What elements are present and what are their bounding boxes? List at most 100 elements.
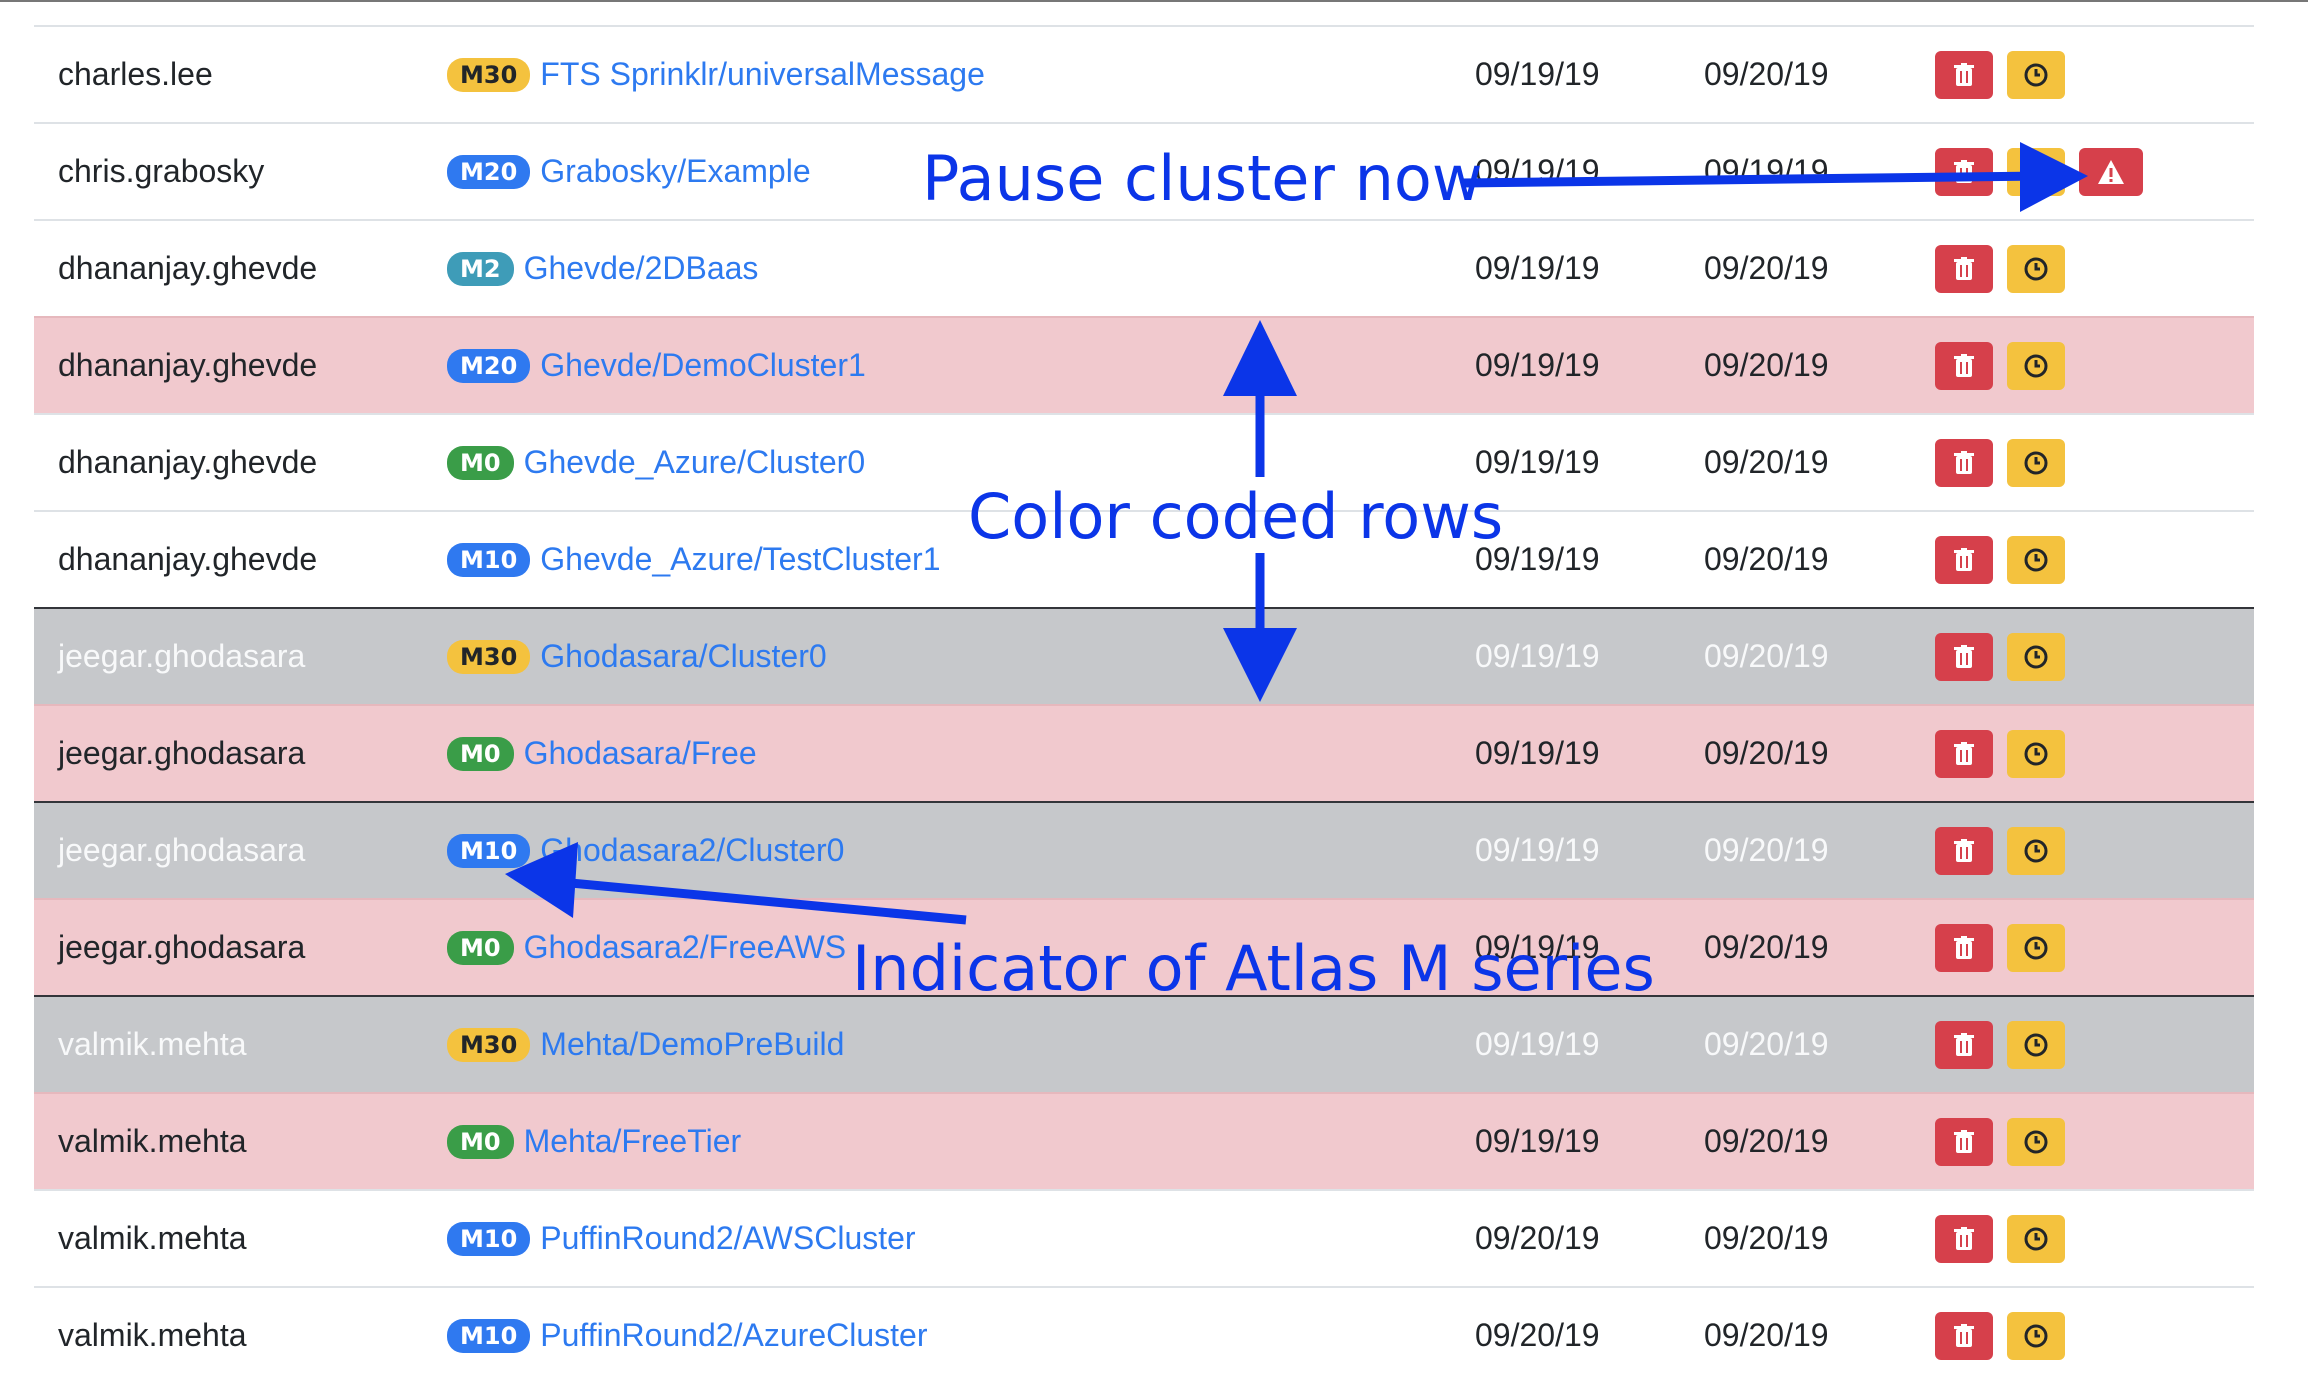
cluster-link[interactable]: Ghodasara2/Cluster0 bbox=[540, 832, 844, 869]
cluster-cell: M2 Ghevde/2DBaas bbox=[447, 221, 758, 316]
pause-button[interactable] bbox=[2007, 535, 2065, 584]
cluster-link[interactable]: Ghodasara2/FreeAWS bbox=[524, 929, 847, 966]
pause-button[interactable] bbox=[2007, 632, 2065, 681]
pause-button[interactable] bbox=[2007, 826, 2065, 875]
expires-date: 09/19/19 bbox=[1704, 153, 1829, 189]
delete-button[interactable] bbox=[1935, 438, 1993, 487]
pause-button[interactable] bbox=[2007, 244, 2065, 293]
delete-button[interactable] bbox=[1935, 729, 1993, 778]
delete-button[interactable] bbox=[1935, 826, 1993, 875]
owner-cell: jeegar.ghodasara bbox=[58, 929, 306, 965]
delete-button[interactable] bbox=[1935, 1117, 1993, 1166]
row-actions bbox=[1935, 318, 2065, 413]
cluster-cell: M10 PuffinRound2/AzureCluster bbox=[447, 1288, 927, 1383]
expires-date: 09/20/19 bbox=[1704, 444, 1829, 480]
created-date: 09/19/19 bbox=[1475, 1123, 1600, 1159]
table-row: dhananjay.ghevde M20 Ghevde/DemoCluster1 09… bbox=[34, 316, 2254, 413]
owner-cell: valmik.mehta bbox=[58, 1026, 247, 1062]
owner-cell: valmik.mehta bbox=[58, 1123, 247, 1159]
cluster-link[interactable]: Ghevde_Azure/TestCluster1 bbox=[540, 541, 940, 578]
trash-icon bbox=[1953, 741, 1975, 766]
expires-date: 09/20/19 bbox=[1704, 1026, 1829, 1062]
pause-button[interactable] bbox=[2007, 1214, 2065, 1263]
trash-icon bbox=[1953, 450, 1975, 475]
row-actions bbox=[1935, 221, 2065, 316]
clock-icon bbox=[2023, 1226, 2049, 1252]
owner-cell: jeegar.ghodasara bbox=[58, 735, 306, 771]
warning-triangle-icon bbox=[2096, 158, 2126, 186]
tier-badge: M20 bbox=[447, 154, 531, 189]
cluster-link[interactable]: Ghodasara/Cluster0 bbox=[540, 638, 826, 675]
cluster-cell: M0 Mehta/FreeTier bbox=[447, 1094, 741, 1189]
owner-cell: dhananjay.ghevde bbox=[58, 347, 318, 383]
expires-date: 09/20/19 bbox=[1704, 929, 1829, 965]
table-row: valmik.mehta M30 Mehta/DemoPreBuild 09/19/1… bbox=[34, 995, 2254, 1092]
tier-badge: M10 bbox=[447, 833, 531, 868]
pause-button[interactable] bbox=[2007, 1020, 2065, 1069]
created-date: 09/19/19 bbox=[1475, 1026, 1600, 1062]
table-row: charles.lee M30 FTS Sprinklr/universalMess… bbox=[34, 25, 2254, 122]
annotation-pause-cluster: Pause cluster now bbox=[922, 142, 1483, 215]
owner-cell: dhananjay.ghevde bbox=[58, 250, 318, 286]
cluster-cell: M20 Ghevde/DemoCluster1 bbox=[447, 318, 866, 413]
delete-button[interactable] bbox=[1935, 244, 1993, 293]
tier-badge: M2 bbox=[447, 251, 514, 286]
delete-button[interactable] bbox=[1935, 1311, 1993, 1360]
owner-cell: valmik.mehta bbox=[58, 1220, 247, 1256]
tier-badge: M10 bbox=[447, 542, 531, 577]
delete-button[interactable] bbox=[1935, 341, 1993, 390]
pause-now-button[interactable] bbox=[2079, 147, 2143, 196]
pause-button[interactable] bbox=[2007, 50, 2065, 99]
row-actions bbox=[1935, 609, 2065, 704]
row-actions bbox=[1935, 706, 2065, 801]
cluster-link[interactable]: Mehta/FreeTier bbox=[524, 1123, 742, 1160]
cluster-link[interactable]: Ghevde/DemoCluster1 bbox=[540, 347, 865, 384]
expires-date: 09/20/19 bbox=[1704, 832, 1829, 868]
cluster-cell: M10 Ghevde_Azure/TestCluster1 bbox=[447, 512, 940, 607]
expires-date: 09/20/19 bbox=[1704, 541, 1829, 577]
cluster-link[interactable]: Grabosky/Example bbox=[540, 153, 810, 190]
delete-button[interactable] bbox=[1935, 1020, 1993, 1069]
cluster-link[interactable]: PuffinRound2/AWSCluster bbox=[540, 1220, 915, 1257]
delete-button[interactable] bbox=[1935, 1214, 1993, 1263]
table-row: dhananjay.ghevde M2 Ghevde/2DBaas 09/19/19 0… bbox=[34, 219, 2254, 316]
clock-icon bbox=[2023, 1323, 2049, 1349]
cluster-cell: M30 Ghodasara/Cluster0 bbox=[447, 609, 827, 704]
clock-icon bbox=[2023, 353, 2049, 379]
clock-icon bbox=[2023, 547, 2049, 573]
pause-button[interactable] bbox=[2007, 729, 2065, 778]
cluster-link[interactable]: PuffinRound2/AzureCluster bbox=[540, 1317, 927, 1354]
cluster-cell: M0 Ghevde_Azure/Cluster0 bbox=[447, 415, 865, 510]
cluster-link[interactable]: Ghodasara/Free bbox=[524, 735, 757, 772]
trash-icon bbox=[1953, 644, 1975, 669]
owner-cell: jeegar.ghodasara bbox=[58, 832, 306, 868]
cluster-link[interactable]: Ghevde_Azure/Cluster0 bbox=[524, 444, 866, 481]
pause-button[interactable] bbox=[2007, 1311, 2065, 1360]
row-actions bbox=[1935, 997, 2065, 1092]
tier-badge: M30 bbox=[447, 1027, 531, 1062]
pause-button[interactable] bbox=[2007, 438, 2065, 487]
pause-button[interactable] bbox=[2007, 341, 2065, 390]
pause-button[interactable] bbox=[2007, 923, 2065, 972]
expires-date: 09/20/19 bbox=[1704, 1123, 1829, 1159]
delete-button[interactable] bbox=[1935, 632, 1993, 681]
pause-button[interactable] bbox=[2007, 147, 2065, 196]
cluster-link[interactable]: Ghevde/2DBaas bbox=[524, 250, 759, 287]
expires-date: 09/20/19 bbox=[1704, 1317, 1829, 1353]
row-actions bbox=[1935, 803, 2065, 898]
created-date: 09/20/19 bbox=[1475, 1220, 1600, 1256]
cluster-cell: M20 Grabosky/Example bbox=[447, 124, 811, 219]
trash-icon bbox=[1953, 1226, 1975, 1251]
cluster-cell: M10 PuffinRound2/AWSCluster bbox=[447, 1191, 916, 1286]
cluster-link[interactable]: Mehta/DemoPreBuild bbox=[540, 1026, 844, 1063]
pause-button[interactable] bbox=[2007, 1117, 2065, 1166]
table-row: jeegar.ghodasara M30 Ghodasara/Cluster0 09/… bbox=[34, 607, 2254, 704]
delete-button[interactable] bbox=[1935, 50, 1993, 99]
row-actions bbox=[1935, 27, 2065, 122]
cluster-table: charles.lee M30 FTS Sprinklr/universalMess… bbox=[34, 25, 2254, 1383]
delete-button[interactable] bbox=[1935, 147, 1993, 196]
delete-button[interactable] bbox=[1935, 535, 1993, 584]
cluster-link[interactable]: FTS Sprinklr/universalMessage bbox=[540, 56, 985, 93]
delete-button[interactable] bbox=[1935, 923, 1993, 972]
row-actions bbox=[1935, 512, 2065, 607]
